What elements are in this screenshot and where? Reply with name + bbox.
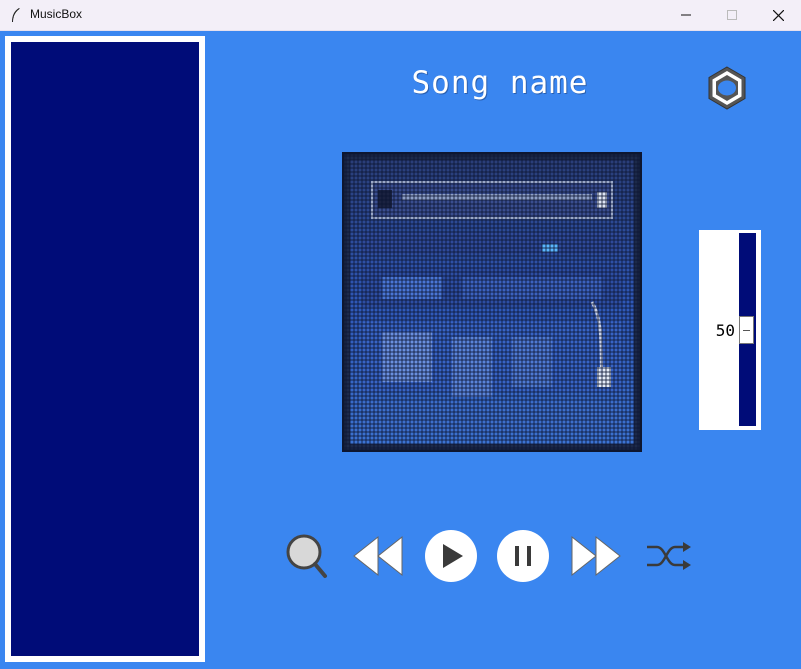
play-button[interactable] [424,529,478,583]
rewind-icon [353,535,403,577]
shuffle-button[interactable] [645,541,693,571]
minimize-icon [681,14,691,16]
feather-icon [8,7,24,23]
playlist-panel[interactable] [5,36,205,662]
close-button[interactable] [755,0,801,30]
close-icon [772,9,784,21]
pause-button[interactable] [496,529,550,583]
maximize-icon [727,10,737,20]
settings-button[interactable] [704,65,750,111]
search-icon [286,534,327,578]
window-title: MusicBox [30,7,83,21]
shuffle-icon [647,542,691,570]
volume-slider[interactable]: 50 [699,230,761,430]
song-title: Song name [411,65,589,101]
search-button[interactable] [284,532,330,580]
next-button[interactable] [570,535,624,577]
playlist-list[interactable] [11,42,199,656]
maximize-button[interactable] [709,0,755,30]
minimize-button[interactable] [663,0,709,30]
gear-hex-icon [708,66,746,110]
title-bar[interactable]: MusicBox [0,0,801,31]
pause-icon [497,530,549,582]
play-icon [425,530,477,582]
volume-value: 50 [715,320,735,340]
previous-button[interactable] [352,535,406,577]
fast-forward-icon [571,535,621,577]
volume-handle[interactable] [739,315,754,344]
album-cover-image [342,152,642,452]
music-player-window: MusicBox Song name 50 [0,0,801,669]
